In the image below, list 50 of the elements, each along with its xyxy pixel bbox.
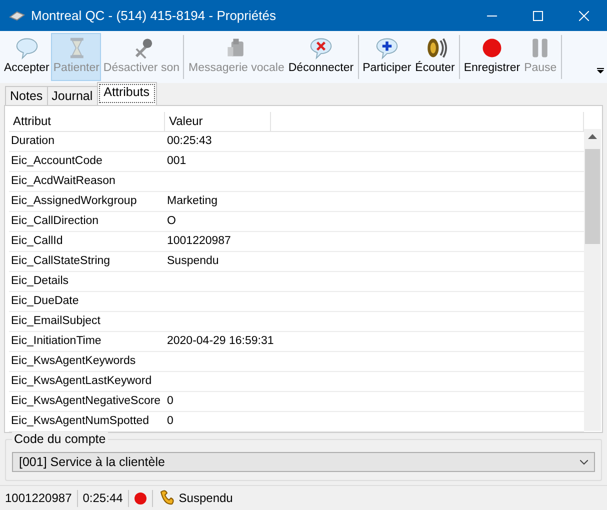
maximize-icon (533, 10, 543, 20)
table-cell: Eic_Details (9, 272, 165, 292)
overflow-icon[interactable] (597, 68, 604, 74)
toolbar-button[interactable]: Enregistrer (462, 33, 522, 81)
toolbar-button[interactable]: Accepter (2, 33, 52, 81)
table-cell: Eic_CallStateString (9, 252, 165, 272)
table-cell: Marketing (165, 192, 584, 212)
call-id: 1001220987 (5, 491, 72, 505)
call-state: Suspendu (178, 491, 233, 505)
call-duration: 0:25:44 (82, 491, 123, 505)
table-cell: Eic_AcdWaitReason (9, 172, 165, 192)
table-cell: Duration (9, 132, 165, 152)
table-cell: 0 (165, 392, 584, 412)
toolbar-button[interactable]: Déconnecter (286, 33, 356, 81)
chevron-down-icon (580, 460, 588, 464)
table-cell: Eic_AssignedWorkgroup (9, 192, 165, 212)
table-cell: Eic_KwsAgentNegativeScore (9, 392, 165, 412)
toolbar-button[interactable]: Participer (360, 33, 414, 81)
scroll-up-icon[interactable] (588, 134, 597, 139)
table-cell: 001 (165, 152, 584, 172)
tab[interactable]: Notes (5, 86, 48, 105)
table-cell: Eic_KwsAgentLastKeyword (9, 372, 165, 392)
account-dropdown[interactable]: [001] Service à la clientèle (12, 452, 595, 472)
scrollbar[interactable] (584, 129, 601, 431)
table-cell: Eic_InitiationTime (9, 332, 165, 352)
column-header[interactable]: Valeur (165, 112, 271, 132)
table-cell: 1001220987 (165, 232, 584, 252)
table-cell: Eic_EmailSubject (9, 312, 165, 332)
record-icon (134, 492, 147, 504)
speech-bubble-x-icon (308, 36, 334, 60)
window-title: Montreal QC - (514) 415-8194 - Propriétés (31, 8, 277, 23)
table-cell: 00:25:43 (165, 132, 584, 152)
close-icon (579, 10, 589, 20)
table-cell: Eic_DueDate (9, 292, 165, 312)
table-cell: O (165, 212, 584, 232)
speech-bubble-plus-icon (374, 36, 400, 60)
table-cell: Eic_KwsAgentKeywords (9, 352, 165, 372)
table-cell: 2020-04-29 16:59:31 (165, 332, 584, 352)
table-cell: Eic_CallDirection (9, 212, 165, 232)
table-cell: Eic_AccountCode (9, 152, 165, 172)
column-header[interactable]: Attribut (9, 112, 165, 132)
phone-icon (9, 10, 25, 20)
table-cell: 0 (165, 412, 584, 432)
speech-bubble-icon (14, 36, 40, 60)
table-cell: Eic_CallId (9, 232, 165, 252)
phone-handset-icon (158, 489, 176, 507)
toolbar-button[interactable]: Écouter (413, 33, 457, 81)
tab[interactable]: Attributs (96, 82, 157, 105)
table-cell: Suspendu (165, 252, 584, 272)
group-label: Code du compte (12, 432, 108, 446)
